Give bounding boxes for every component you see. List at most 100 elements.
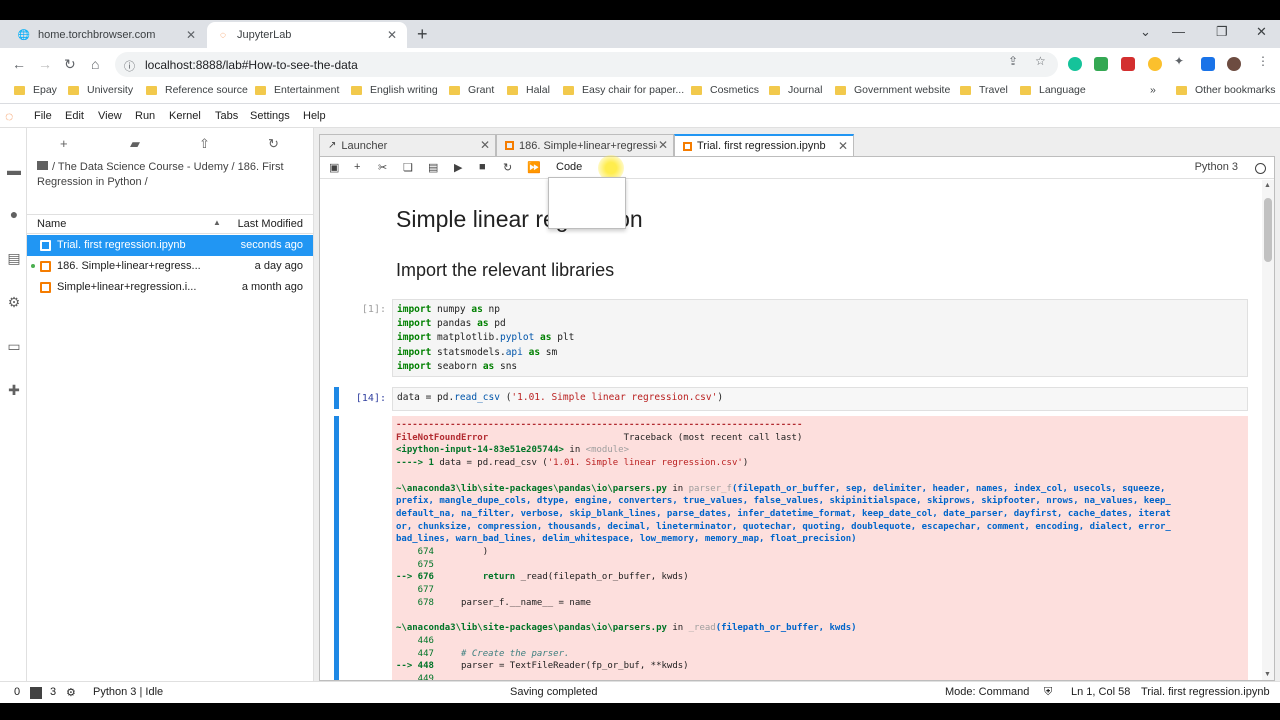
run-icon[interactable]: ▶ [454,161,462,174]
tab-186-notebook[interactable]: 186. Simple+linear+regressic ✕ [496,134,674,156]
drive-extension-icon[interactable] [1094,57,1108,71]
insert-cell-plus-icon[interactable]: + [354,161,360,173]
bookmark-government-website[interactable]: Government website [835,84,950,96]
reload-icon[interactable]: ↻ [64,56,76,73]
code-cell-read-csv[interactable]: data = pd.read_csv ('1.01. Simple linear… [392,387,1248,411]
close-icon[interactable]: ✕ [838,139,848,153]
bookmark-easy-chair[interactable]: Easy chair for paper... [563,84,684,96]
refresh-icon[interactable]: ↻ [268,136,279,152]
new-tab-plus-icon[interactable]: + [417,24,428,45]
bulb-extension-icon[interactable] [1148,57,1162,71]
restart-icon[interactable]: ↻ [503,161,512,174]
shield-icon[interactable]: ⛨ [1044,686,1052,699]
modified-column-header[interactable]: Last Modified [238,218,303,230]
browser-tab-jupyter[interactable]: ◌ JupyterLab ✕ [207,22,407,48]
name-column-header[interactable]: Name [37,218,66,230]
tab-trial-notebook[interactable]: Trial. first regression.ipynb ✕ [674,134,854,156]
browser-tab-home[interactable]: 🌐 home.torchbrowser.com ✕ [8,22,206,48]
menu-file[interactable]: File [34,110,52,122]
folder-icon [1020,85,1031,95]
share-icon[interactable]: ⇪ [1008,54,1018,68]
menu-view[interactable]: View [98,110,122,122]
file-row[interactable]: 186. Simple+linear+regress... a day ago [27,256,313,277]
menu-run[interactable]: Run [135,110,155,122]
menu-edit[interactable]: Edit [65,110,84,122]
home-icon[interactable]: ⌂ [91,56,99,72]
sidepanel-icon[interactable] [1201,57,1215,71]
cell-type-dropdown[interactable] [548,177,626,229]
fast-forward-icon[interactable]: ⏩ [527,161,541,174]
bookmark-travel[interactable]: Travel [960,84,1008,96]
url-field[interactable]: ⓘ localhost:8888/lab#How-to-see-the-data [115,52,1058,77]
bookmark-halal[interactable]: Halal [507,84,550,96]
cut-icon[interactable]: ✂ [378,161,387,174]
notebook-scrollbar[interactable]: ▲ ▼ [1262,180,1274,680]
bookmark-journal[interactable]: Journal [769,84,822,96]
code-cell-imports[interactable]: import numpy as np import pandas as pd i… [392,299,1248,377]
running-icon[interactable]: ● [6,206,22,222]
tab-search-chevron-icon[interactable]: ⌄ [1140,24,1151,40]
file-row[interactable]: Simple+linear+regression.i... a month ag… [27,277,313,298]
other-bookmarks[interactable]: Other bookmarks [1176,84,1276,96]
bookmark-entertainment[interactable]: Entertainment [255,84,339,96]
kernels-count[interactable]: 3 [50,686,56,698]
bookmark-reference-source[interactable]: Reference source [146,84,248,96]
folder-icon [507,85,518,95]
back-arrow-icon[interactable]: ← [12,56,26,72]
bookmark-language[interactable]: Language [1020,84,1086,96]
window-close-icon[interactable]: ✕ [1256,24,1267,40]
kernel-name[interactable]: Python 3 [1195,161,1238,173]
output-collapser[interactable] [334,416,339,680]
commands-icon[interactable]: ▤ [6,250,22,266]
file-list-header: Name ▲ Last Modified [27,214,313,234]
copy-icon[interactable]: ❏ [403,161,413,174]
close-icon[interactable]: ✕ [186,28,196,42]
puzzle-icon[interactable]: ✦ [1174,54,1184,68]
folder-icon[interactable]: ▬ [6,162,22,178]
bookmark-university[interactable]: University [68,84,133,96]
extension-icon[interactable]: ✚ [6,382,22,398]
stop-icon[interactable]: ■ [479,161,486,173]
menu-kernel[interactable]: Kernel [169,110,201,122]
upload-icon[interactable]: ⇧ [199,136,210,152]
menu-settings[interactable]: Settings [250,110,290,122]
file-row[interactable]: Trial. first regression.ipynb seconds ag… [27,235,313,256]
minimize-icon[interactable]: — [1172,24,1185,39]
menu-help[interactable]: Help [303,110,326,122]
bookmark-epay[interactable]: Epay [14,84,57,96]
menu-tabs[interactable]: Tabs [215,110,238,122]
info-icon[interactable]: ⓘ [124,58,135,74]
more-bookmarks-button[interactable]: » [1150,84,1156,96]
profile-avatar[interactable] [1227,57,1241,71]
kebab-menu-icon[interactable]: ⋮ [1257,54,1269,68]
scroll-up-icon[interactable]: ▲ [1264,182,1271,189]
breadcrumb[interactable]: / The Data Science Course - Udemy / 186.… [37,160,297,190]
tab-launcher[interactable]: ↗ Launcher ✕ [319,134,496,156]
new-launcher-plus-icon[interactable]: + [60,136,68,151]
new-folder-icon[interactable]: ▰ [130,136,140,152]
close-icon[interactable]: ✕ [658,138,668,152]
notebook-icon [683,141,692,151]
bookmark-grant[interactable]: Grant [449,84,494,96]
left-activity-bar: ▬ ● ▤ ⚙ ▭ ✚ [0,128,27,681]
tabs-icon[interactable]: ▭ [6,338,22,354]
terminals-count[interactable]: 0 [14,686,20,698]
close-icon[interactable]: ✕ [480,138,490,152]
close-icon[interactable]: ✕ [387,28,397,42]
scroll-down-icon[interactable]: ▼ [1264,671,1271,678]
forward-arrow-icon[interactable]: → [38,56,52,72]
grammarly-extension-icon[interactable] [1068,57,1082,71]
mendeley-extension-icon[interactable] [1121,57,1135,71]
kernel-status-text[interactable]: Python 3 | Idle [93,686,163,698]
scrollbar-thumb[interactable] [1264,198,1272,262]
paste-icon[interactable]: ▤ [428,161,438,174]
gear-icon[interactable]: ⚙ [6,294,22,310]
bookmark-cosmetics[interactable]: Cosmetics [691,84,759,96]
maximize-icon[interactable]: ❐ [1216,24,1228,40]
folder-icon [14,85,25,95]
save-icon[interactable]: ▣ [329,161,339,174]
cursor-position[interactable]: Ln 1, Col 58 [1071,686,1130,698]
bookmark-english-writing[interactable]: English writing [351,84,438,96]
star-icon[interactable]: ☆ [1035,54,1046,68]
cell-type-select[interactable]: Code [556,161,582,173]
